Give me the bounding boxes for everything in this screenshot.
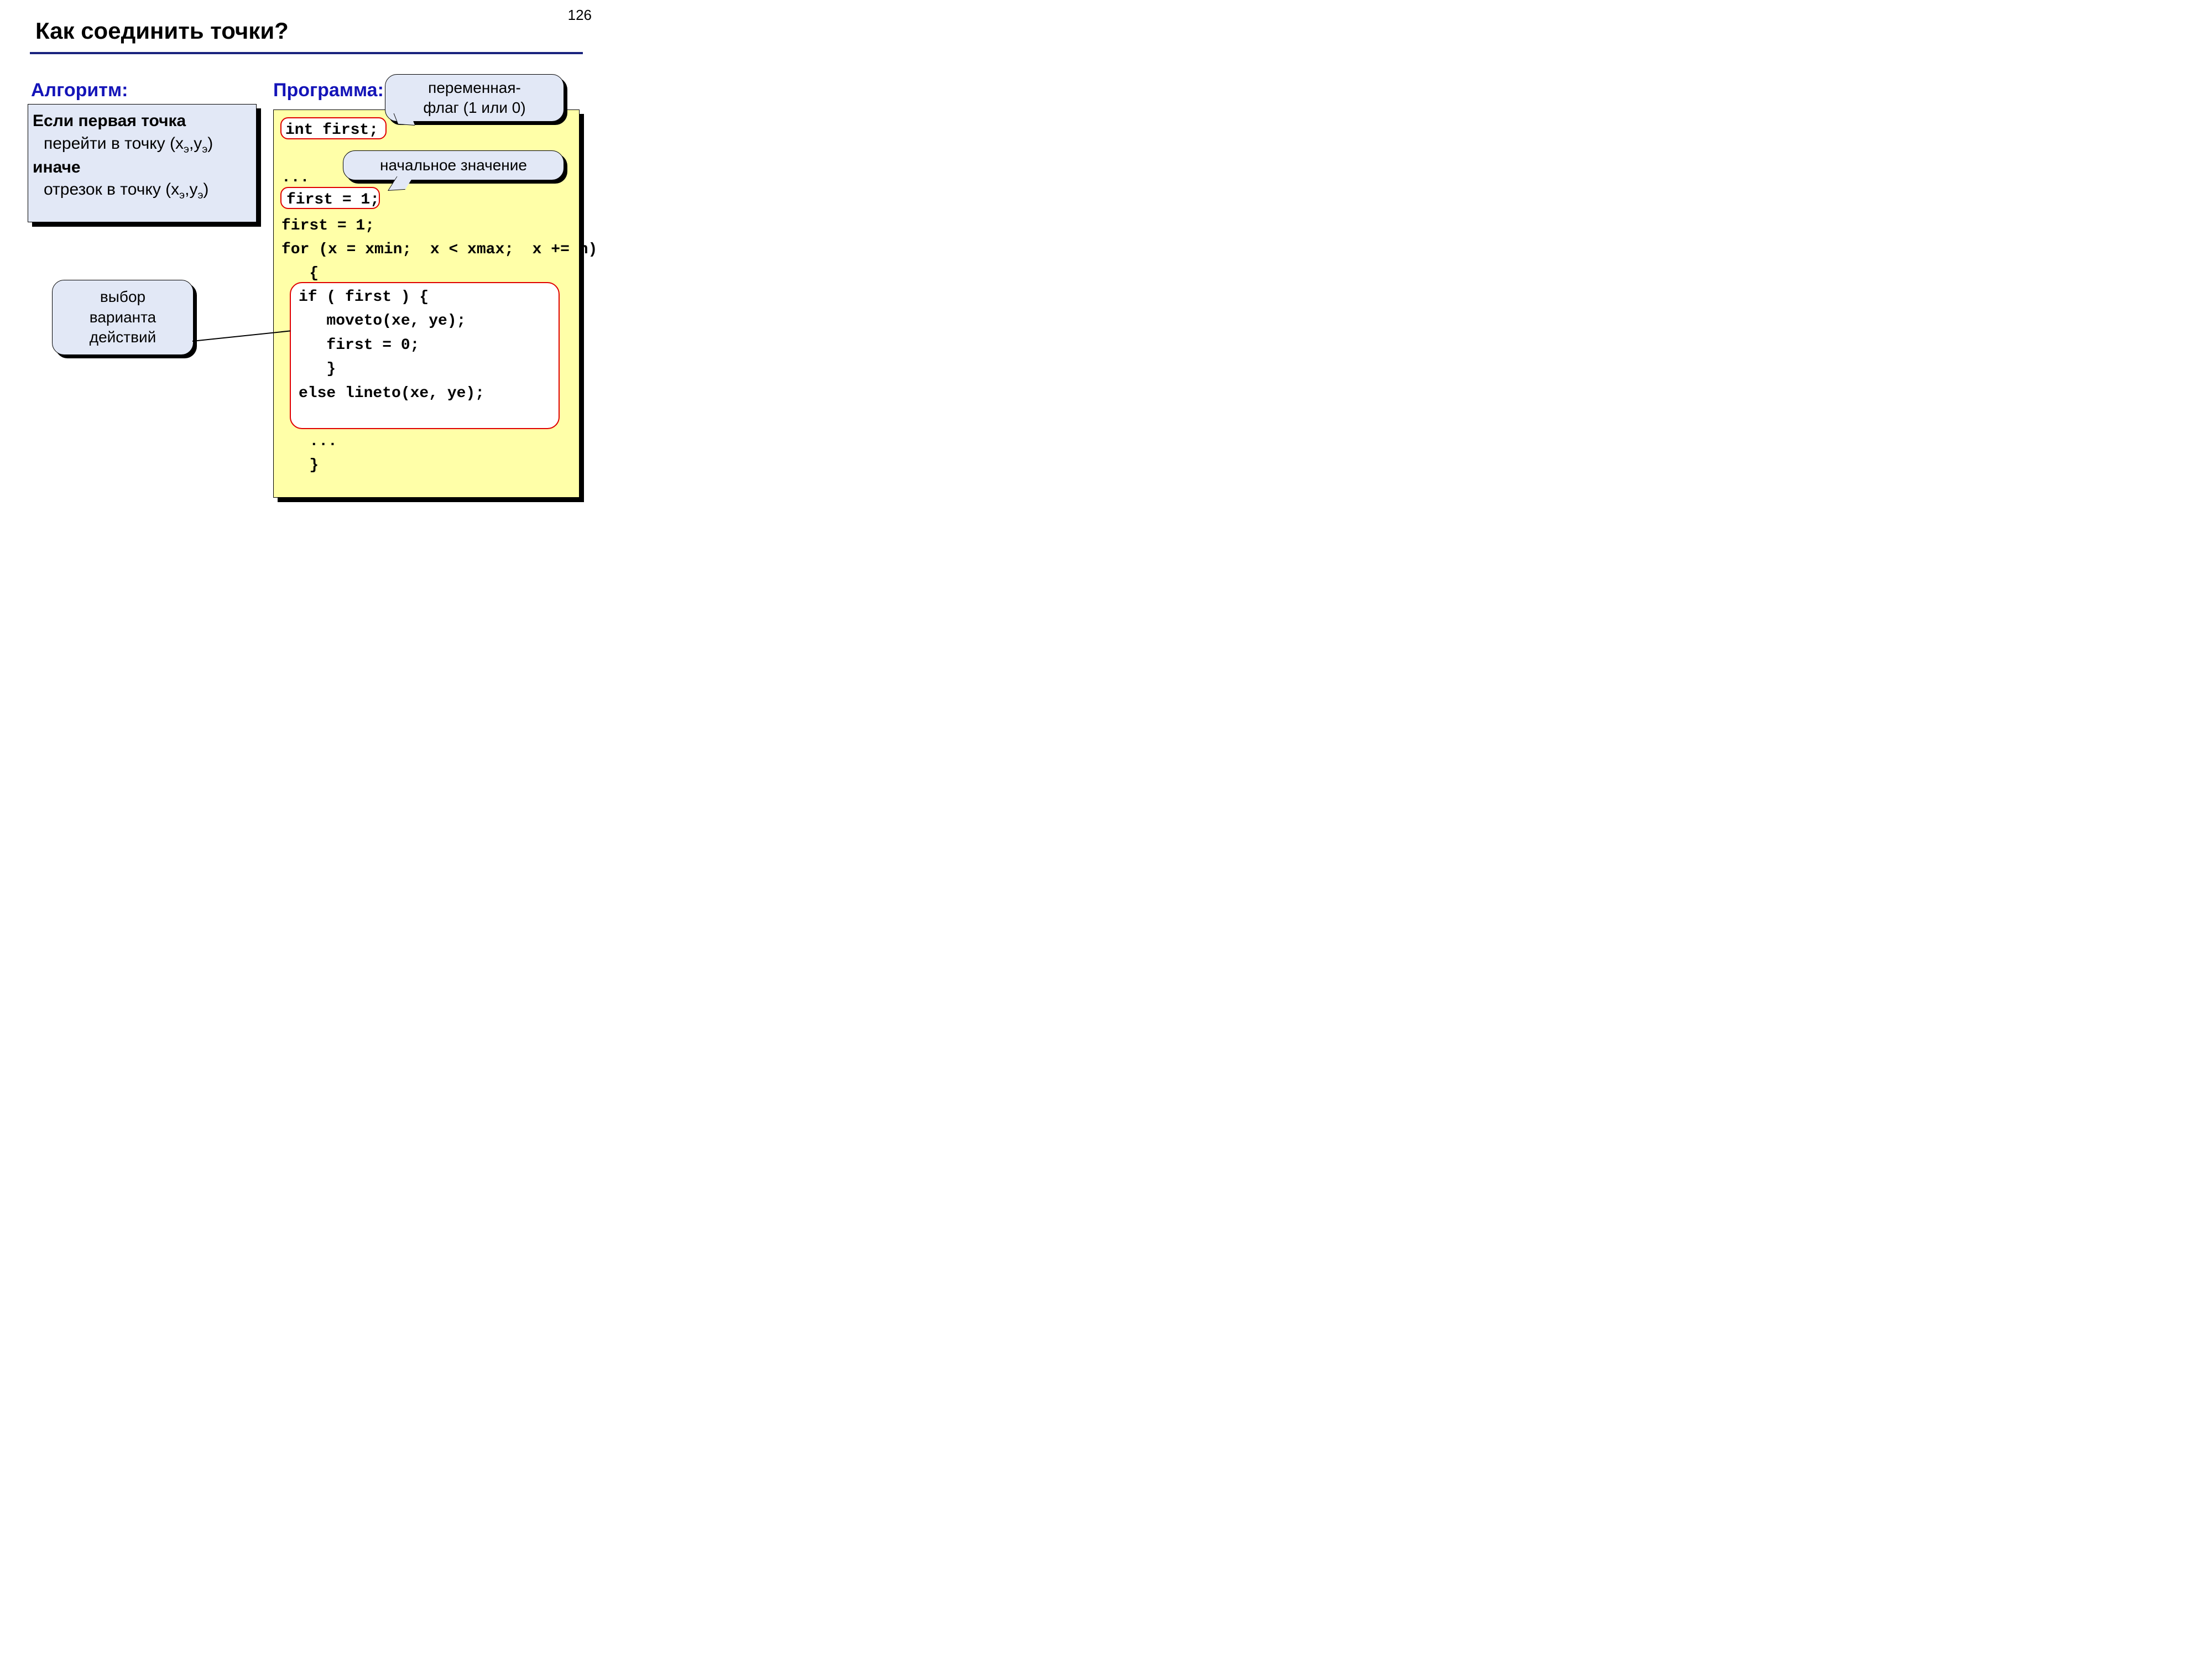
callout-choice-l3: действий bbox=[90, 327, 156, 347]
callout-choice-l1: выбор bbox=[100, 287, 145, 307]
alg-if: Если первая точка bbox=[33, 112, 186, 130]
algorithm-label: Алгоритм: bbox=[31, 80, 128, 101]
callout-flag-l2: флаг (1 или 0) bbox=[423, 98, 525, 118]
code-line-dots1: ... bbox=[281, 169, 309, 186]
code-overlay-ifblock: if ( first ) { moveto(xe, ye); first = 0… bbox=[299, 285, 484, 405]
title-underline bbox=[30, 52, 583, 54]
callout-choice-l2: варианта bbox=[90, 307, 156, 327]
callout-flag: переменная- флаг (1 или 0) bbox=[385, 74, 564, 122]
code-line-braceclose: } bbox=[281, 457, 319, 474]
code-line-dots3: ... bbox=[281, 433, 337, 450]
page-number: 126 bbox=[568, 7, 592, 24]
program-label: Программа: bbox=[273, 80, 384, 101]
code-overlay-decl: int first; bbox=[285, 118, 378, 142]
slide-title: Как соединить точки? bbox=[35, 18, 289, 44]
callout-init: начальное значение bbox=[343, 150, 564, 180]
code-overlay-init: first = 1; bbox=[286, 188, 379, 212]
alg-moveto: перейти в точку (xэ,yэ) bbox=[33, 133, 252, 156]
code-line-for: for (x = xmin; x < xmax; x += h) bbox=[281, 241, 597, 258]
code-line-init: first = 1; bbox=[281, 217, 374, 234]
algorithm-box: Если первая точка перейти в точку (xэ,yэ… bbox=[28, 104, 257, 222]
callout-choice: выбор варианта действий bbox=[52, 280, 194, 355]
code-line-braceopen: { bbox=[281, 265, 319, 282]
callout-init-text: начальное значение bbox=[380, 155, 527, 175]
alg-lineto: отрезок в точку (xэ,yэ) bbox=[33, 179, 252, 202]
alg-else: иначе bbox=[33, 158, 81, 176]
callout-flag-l1: переменная- bbox=[428, 78, 521, 98]
